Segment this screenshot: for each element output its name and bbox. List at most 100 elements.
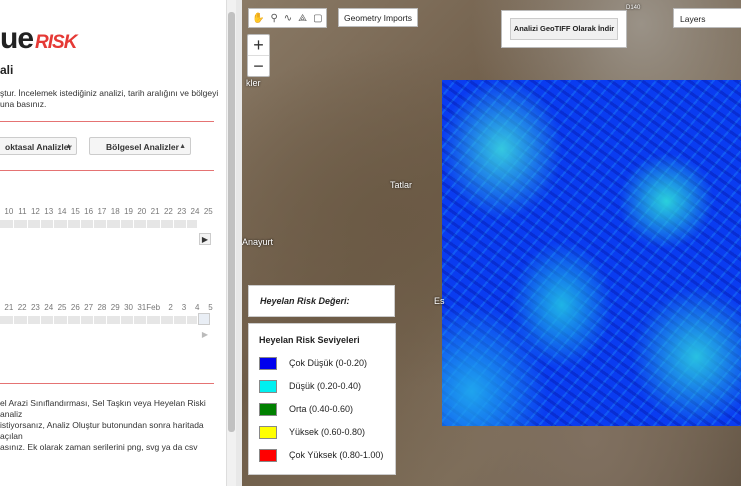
timeline-track-1[interactable] <box>0 220 201 228</box>
timeline-tick-label: 21 <box>4 303 14 312</box>
timeline-segment-divider <box>119 220 121 228</box>
timeline-tick-label: 13 <box>44 207 54 216</box>
timeline-segment-divider <box>146 220 148 228</box>
export-panel: Analizi GeoTIFF Olarak İndir <box>501 10 627 48</box>
timeline-tick-label: 23 <box>177 207 187 216</box>
zoom-in-button[interactable]: + <box>248 35 269 55</box>
timeline-segment-divider <box>199 220 201 228</box>
timeline-tick-label: 24 <box>44 303 54 312</box>
line-icon[interactable]: ∿ <box>284 13 292 24</box>
timeline-tick-label: 28 <box>97 303 107 312</box>
timeline-tick-label: 10 <box>4 207 14 216</box>
timeline-track-2[interactable] <box>0 316 201 324</box>
timeline-tick-label: 29 <box>110 303 120 312</box>
timeline-segment-divider <box>66 316 68 324</box>
place-label: Anayurt <box>242 237 274 247</box>
play-button[interactable]: ▶ <box>199 329 211 341</box>
legend-title: Heyelan Risk Seviyeleri <box>259 335 360 345</box>
timeline-segment-divider <box>172 316 174 324</box>
map-view[interactable]: kler Tatlar Anayurt Es D140 ✋ ⚲ ∿ ⟁ ▢ Ge… <box>242 0 741 486</box>
timeline-tick-label: 24 <box>190 207 200 216</box>
legend-label: Düşük (0.20-0.40) <box>289 381 362 391</box>
timeline-tick-label: 4 <box>195 303 200 312</box>
legend-label: Çok Düşük (0-0.20) <box>289 358 368 368</box>
divider <box>0 383 214 384</box>
legend-swatch <box>259 425 277 439</box>
app-logo: ue RISK <box>0 22 77 55</box>
drawing-toolbar: ✋ ⚲ ∿ ⟁ ▢ <box>248 8 327 28</box>
panel-title: ali <box>0 63 14 77</box>
rectangle-icon[interactable]: ▢ <box>313 13 322 24</box>
timeline-segment-divider <box>119 316 121 324</box>
timeline-segment-divider <box>186 220 188 228</box>
timeline-segment-divider <box>79 220 81 228</box>
divider <box>0 121 214 122</box>
timeline-tick-label: 31 <box>137 303 147 312</box>
landslide-risk-overlay <box>442 80 741 426</box>
timeline-segment-divider <box>133 220 134 228</box>
select-arrows-icon: ▲ <box>179 143 186 150</box>
panel-scrollbar[interactable] <box>226 0 236 486</box>
place-label: Tatlar <box>390 180 413 190</box>
timeline-tick-label: Feb <box>146 303 161 312</box>
timeline-tick-label: 16 <box>84 207 94 216</box>
timeline-segment-divider <box>26 316 28 324</box>
timeline-tick-label: 27 <box>84 303 94 312</box>
place-label: kler <box>246 78 261 88</box>
timeline-segment-divider <box>26 220 28 228</box>
timeline-segment-divider <box>13 316 15 324</box>
timeline-tick-label: 26 <box>70 303 80 312</box>
timeline-segment-divider <box>66 220 68 228</box>
marker-icon[interactable]: ⚲ <box>270 13 277 24</box>
timeline-tick-label: 30 <box>124 303 133 312</box>
layers-button[interactable]: Layers <box>673 8 741 28</box>
legend-item: Yüksek (0.60-0.80) <box>259 423 395 441</box>
place-label: Es <box>434 296 445 306</box>
timeline-tick-label: 21 <box>150 207 160 216</box>
timeline-segment-divider <box>146 316 148 324</box>
timeline-tick-label: 22 <box>163 207 173 216</box>
timeline-tick-label: 11 <box>18 207 27 216</box>
timeline-segment-divider <box>13 220 15 228</box>
timeline-tick-label: 15 <box>70 207 80 216</box>
select-arrows-icon: ▲ <box>65 143 72 150</box>
legend-item: Çok Düşük (0-0.20) <box>259 354 395 372</box>
timeline-tick-label: 20 <box>137 207 147 216</box>
info-text: el Arazi Sınıflandırması, Sel Taşkın vey… <box>0 398 206 452</box>
legend-label: Çok Yüksek (0.80-1.00) <box>289 450 384 460</box>
timeline-tick-label: 2 <box>168 303 173 312</box>
side-panel: ue RISK ali ştur. İncelemek istediğiniz a… <box>0 0 226 486</box>
road-label: D140 <box>626 5 641 11</box>
legend-swatch <box>259 356 277 370</box>
timeline-tick-label: 25 <box>57 303 67 312</box>
legend-swatch <box>259 448 277 462</box>
timeline-segment-divider <box>159 316 161 324</box>
timeline-segment-divider <box>79 316 81 324</box>
play-button[interactable]: ▶ <box>199 233 211 245</box>
timeline-handle[interactable] <box>198 313 210 325</box>
timeline-tick-label: 18 <box>110 207 120 216</box>
polygon-icon[interactable]: ⟁ <box>298 13 307 24</box>
zoom-control: + − <box>247 34 270 77</box>
legend-item: Çok Yüksek (0.80-1.00) <box>259 446 395 464</box>
timeline-tick-label: 17 <box>97 207 107 216</box>
timeline-segment-divider <box>159 220 161 228</box>
legend-label: Orta (0.40-0.60) <box>289 404 354 414</box>
legend-label: Yüksek (0.60-0.80) <box>289 427 366 437</box>
timeline-tick-label: 14 <box>57 207 67 216</box>
timeline-segment-divider <box>93 220 95 228</box>
zoom-out-button[interactable]: − <box>248 55 269 76</box>
timeline-segment-divider <box>106 220 108 228</box>
hand-icon[interactable]: ✋ <box>252 13 264 24</box>
regional-analysis-select[interactable]: Bölgesel Analizler ▲ <box>89 137 191 155</box>
panel-description: ştur. İncelemek istediğiniz analizi, tar… <box>0 88 219 109</box>
timeline-tick-label: 12 <box>30 207 40 216</box>
geometry-imports-button[interactable]: Geometry Imports <box>338 8 419 27</box>
export-geotiff-button[interactable]: Analizi GeoTIFF Olarak İndir <box>510 18 618 40</box>
point-analysis-select[interactable]: oktasal Analizler ▲ <box>0 137 77 155</box>
timeline-labels-1: 10 11 12 13 14 15 16 17 18 19 20 21 22 23 24 25 <box>0 207 214 216</box>
timeline-segment-divider <box>39 220 41 228</box>
risk-value-box: Heyelan Risk Değeri: <box>248 285 395 317</box>
scrollbar-thumb[interactable] <box>228 12 235 432</box>
timeline-segment-divider <box>106 316 108 324</box>
